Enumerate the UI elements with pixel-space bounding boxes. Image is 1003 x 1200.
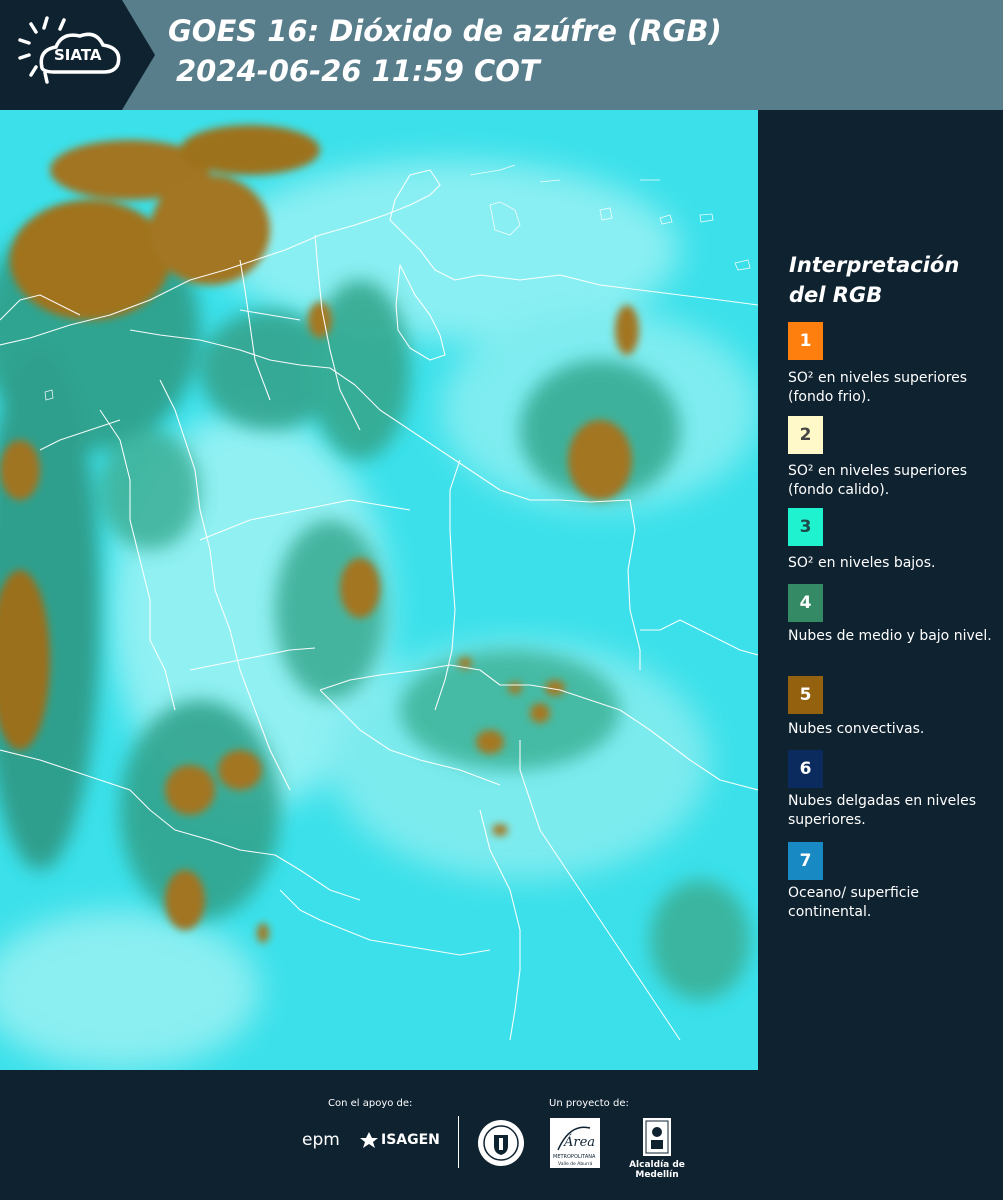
amva-logo: Área METROPOLITANA Valle de Aburrá — [550, 1118, 600, 1168]
legend-swatch-number: 5 — [799, 685, 812, 705]
legend-text-1: SO² en niveles superiores (fondo frio). — [788, 370, 968, 405]
header: SIATA GOES 16: Dióxido de azúfre (RGB) 2… — [0, 0, 1003, 110]
legend-swatch-7: 7 — [788, 842, 823, 880]
alcaldia-medellin-logo: Alcaldía de Medellín — [610, 1118, 704, 1180]
siata-logo: SIATA — [0, 0, 155, 110]
legend-swatch-number: 4 — [799, 593, 812, 613]
legend-swatch-6: 6 — [788, 750, 823, 788]
satellite-map — [0, 110, 758, 1070]
legend-swatch-5: 5 — [788, 676, 823, 714]
legend-text-5: Nubes convectivas. — [788, 721, 925, 737]
satellite-map-image — [0, 110, 758, 1070]
page-title: GOES 16: Dióxido de azúfre (RGB) — [168, 14, 722, 48]
legend-swatch-2: 2 — [788, 416, 823, 454]
legend-swatch-4: 4 — [788, 584, 823, 622]
support-label: Con el apoyo de: — [328, 1098, 413, 1109]
amva-logo-sub: METROPOLITANA — [553, 1154, 596, 1160]
isagen-logo-text: ISAGEN — [381, 1132, 440, 1148]
footer: Con el apoyo de: Un proyecto de: epm ISA… — [0, 1070, 1003, 1200]
project-label: Un proyecto de: — [549, 1098, 629, 1109]
alcaldia-shield-icon — [643, 1118, 671, 1156]
amva-logo-name: Área — [563, 1134, 595, 1150]
legend-swatch-number: 3 — [799, 517, 812, 537]
isagen-icon — [360, 1132, 378, 1148]
legend-text-7: Oceano/ superficie continental. — [788, 885, 919, 920]
legend-panel: Interpretación del RGB 1 SO² en niveles … — [760, 110, 1003, 1070]
legend-title: Interpretación del RGB — [789, 253, 960, 307]
legend-swatch-number: 2 — [799, 425, 812, 445]
legend-text-6: Nubes delgadas en niveles superiores. — [788, 793, 977, 828]
alcaldia-logo-text: Alcaldía de Medellín — [629, 1160, 685, 1180]
legend-swatch-3: 3 — [788, 508, 823, 546]
legend-swatch-number: 7 — [799, 851, 812, 871]
isagen-logo: ISAGEN — [360, 1132, 440, 1148]
legend-text-3: SO² en niveles bajos. — [788, 555, 936, 571]
epm-logo-text: epm — [302, 1130, 340, 1150]
legend-swatch-1: 1 — [788, 322, 823, 360]
legend-text-4: Nubes de medio y bajo nivel. — [788, 628, 992, 644]
footer-divider — [458, 1116, 459, 1168]
legend-text-2: SO² en niveles superiores (fondo calido)… — [788, 463, 968, 498]
legend-swatch-number: 6 — [799, 759, 812, 779]
legend-swatch-number: 1 — [799, 331, 812, 351]
page-timestamp: 2024-06-26 11:59 COT — [176, 54, 540, 88]
epm-logo: epm — [302, 1130, 340, 1150]
siata-logo-text: SIATA — [54, 46, 102, 64]
amva-logo-sub2: Valle de Aburrá — [558, 1160, 593, 1167]
medellin-seal-icon — [478, 1120, 524, 1166]
